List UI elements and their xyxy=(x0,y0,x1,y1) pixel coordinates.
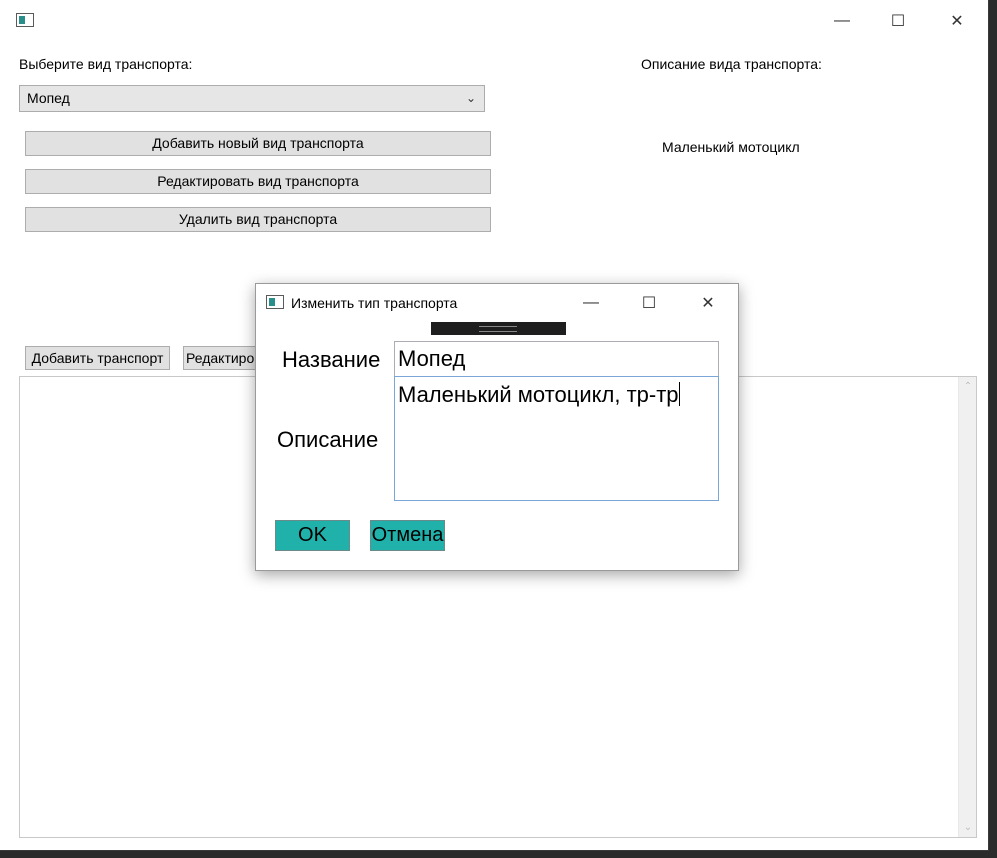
scroll-down-icon[interactable]: ⌄ xyxy=(959,822,977,833)
description-text: Маленький мотоцикл, тр-тр xyxy=(398,382,679,407)
add-type-button[interactable]: Добавить новый вид транспорта xyxy=(25,131,491,156)
vertical-scrollbar[interactable]: ⌃ ⌄ xyxy=(958,377,976,837)
edit-transport-button[interactable]: Редактиро xyxy=(183,346,263,370)
select-type-label: Выберите вид транспорта: xyxy=(19,56,193,72)
ok-button[interactable]: OK xyxy=(275,520,350,551)
description-label: Описание вида транспорта: xyxy=(641,56,822,72)
dialog-minimize-icon[interactable]: — xyxy=(571,288,611,318)
description-value: Маленький мотоцикл xyxy=(662,139,800,155)
name-label: Название xyxy=(282,347,381,372)
edit-type-dialog: Изменить тип транспорта — ☐ ✕ Название М… xyxy=(255,283,739,571)
description-field[interactable]: Маленький мотоцикл, тр-тр xyxy=(394,376,719,501)
dialog-title: Изменить тип транспорта xyxy=(291,295,458,311)
cancel-button[interactable]: Отмена xyxy=(370,520,445,551)
add-transport-button[interactable]: Добавить транспорт xyxy=(25,346,170,370)
app-icon xyxy=(16,13,34,27)
resize-grip[interactable] xyxy=(431,322,566,335)
maximize-icon[interactable]: ☐ xyxy=(878,6,918,36)
chevron-down-icon: ⌄ xyxy=(465,91,476,105)
dialog-app-icon xyxy=(266,295,284,309)
close-icon[interactable]: ✕ xyxy=(937,6,977,36)
minimize-icon[interactable]: — xyxy=(822,6,862,36)
dialog-maximize-icon[interactable]: ☐ xyxy=(629,288,669,318)
scroll-up-icon[interactable]: ⌃ xyxy=(959,381,977,392)
dialog-close-icon[interactable]: ✕ xyxy=(688,288,728,318)
delete-type-button[interactable]: Удалить вид транспорта xyxy=(25,207,491,232)
selected-type: Мопед xyxy=(27,90,70,106)
name-field[interactable]: Мопед xyxy=(394,341,719,377)
text-caret xyxy=(678,382,680,406)
edit-type-button[interactable]: Редактировать вид транспорта xyxy=(25,169,491,194)
name-value: Мопед xyxy=(398,346,466,371)
transport-type-select[interactable]: Мопед ⌄ xyxy=(19,85,485,112)
description-field-label: Описание xyxy=(277,427,379,452)
